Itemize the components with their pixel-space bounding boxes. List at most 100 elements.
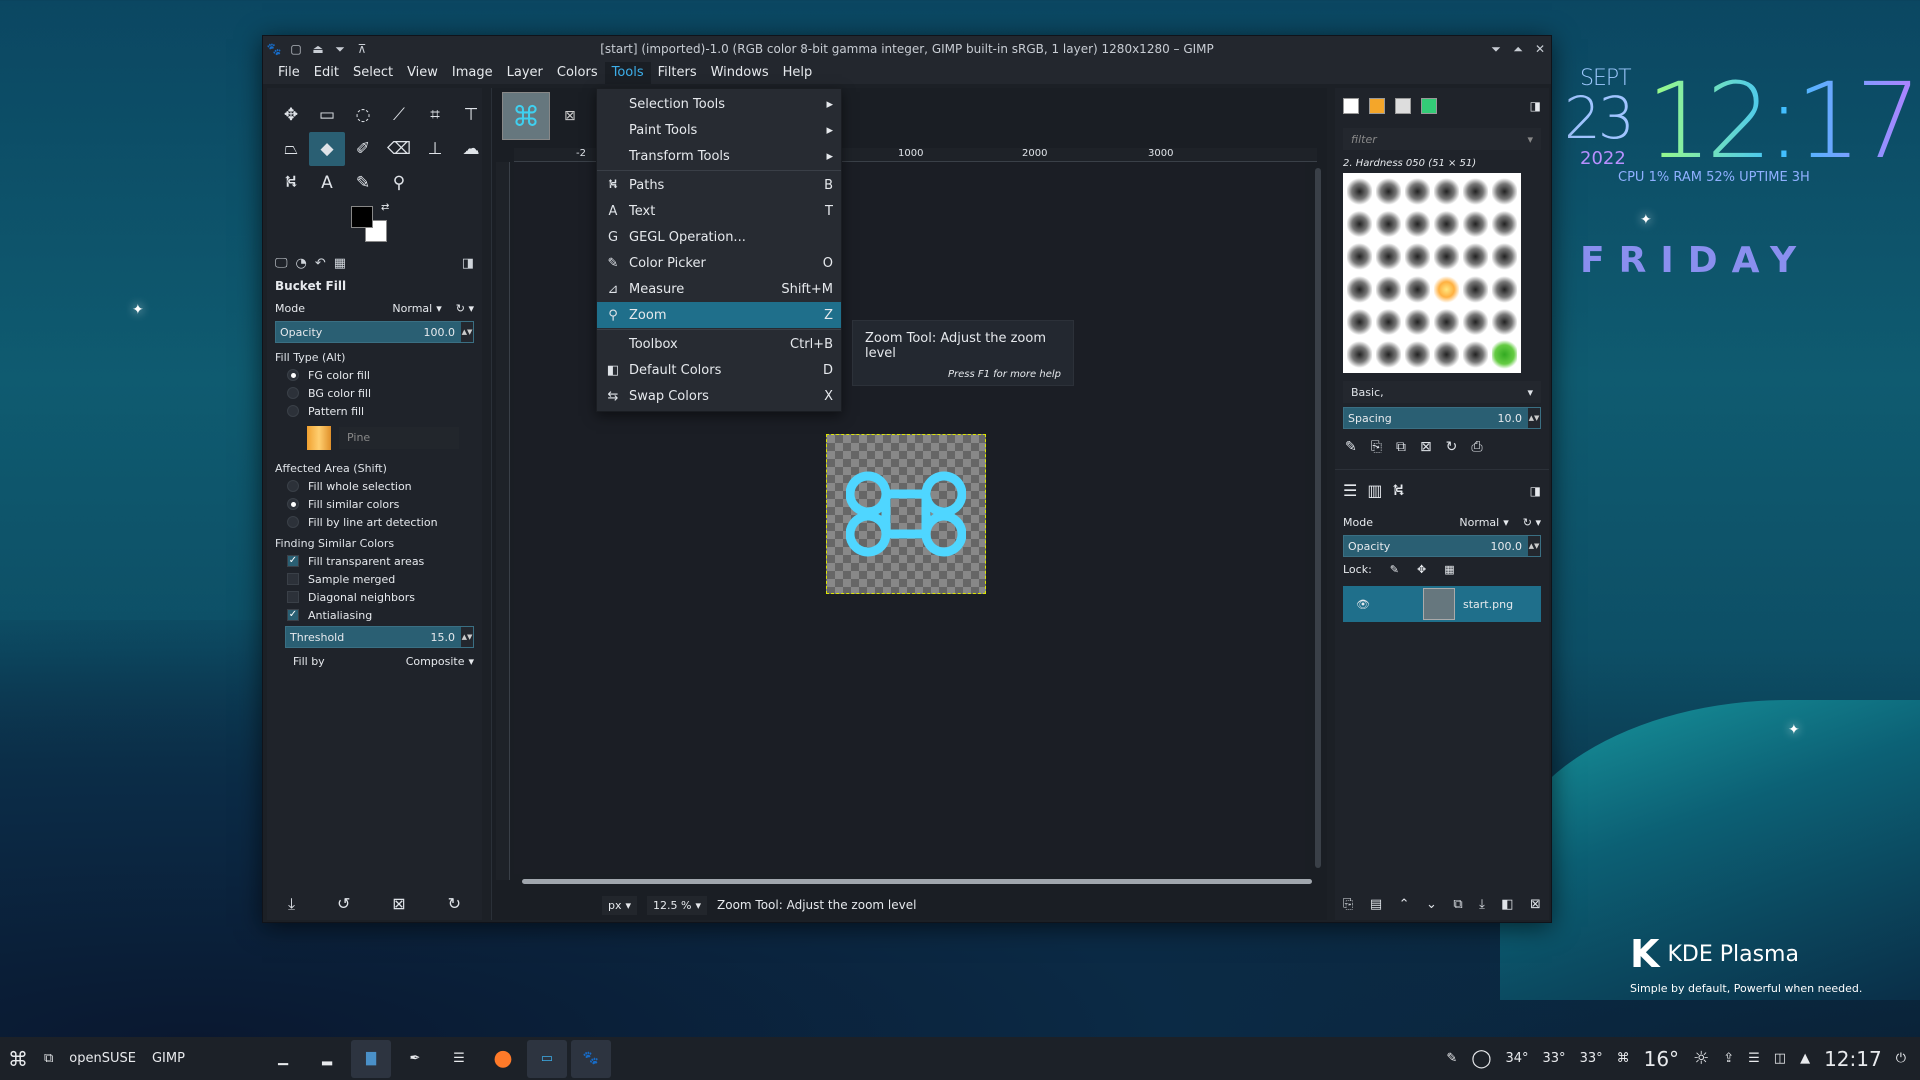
panel-label-opensuse[interactable]: openSUSE [61,1037,144,1080]
menu-image[interactable]: Image [445,62,500,84]
brush-filter[interactable]: filter ▾ [1343,128,1541,150]
delete-layer-icon[interactable]: ⊠ [1530,897,1541,912]
brush-preview[interactable] [1347,274,1372,304]
new-layer-icon[interactable]: ▤ [1370,897,1382,912]
images-tab-icon[interactable]: ▦ [334,256,346,271]
brush-preview[interactable] [1463,242,1488,271]
mask-layer-icon[interactable]: ◧ [1501,897,1513,912]
open-folder-icon[interactable]: ⎙ [1471,439,1482,455]
maximize-icon[interactable]: ⏶ [1507,39,1529,59]
fuzzy-select-icon[interactable]: ⟋ [381,98,417,132]
spinner-arrows-icon[interactable]: ▲▼ [461,322,473,342]
menu-tools[interactable]: Tools [604,62,651,84]
pen-icon[interactable]: ✎ [1446,1051,1457,1066]
brush-preview[interactable] [1405,177,1430,206]
lasso-icon[interactable]: ◌ [345,98,381,132]
spinner-arrows-icon[interactable]: ▲▼ [1528,536,1540,556]
brush-preview[interactable] [1347,177,1372,206]
gradients-tab-icon[interactable] [1421,98,1437,114]
radio-icon[interactable] [287,498,299,510]
checkbox-option[interactable]: Sample merged [267,570,482,588]
layer-mode-select[interactable]: Normal ▾ [1459,516,1508,529]
brush-grid[interactable] [1343,173,1521,373]
menu-item-color-picker[interactable]: ✎ Color Picker O [597,250,841,276]
radio-option[interactable]: Fill similar colors [267,495,482,513]
menu-item-selection-tools[interactable]: Selection Tools ▸ [597,91,841,117]
raise-layer-icon[interactable]: ⌃ [1399,897,1410,912]
radio-option[interactable]: Pattern fill [267,402,482,420]
menu-item-toolbox[interactable]: Toolbox Ctrl+B [597,331,841,357]
move-tool-icon[interactable]: ✥ [273,98,309,132]
duplicate-brush-icon[interactable]: ⧉ [1396,439,1406,455]
menu-item-zoom[interactable]: ⚲ Zoom Z [597,302,841,328]
device-status-tab-icon[interactable]: ◔ [296,256,307,271]
unified-transform-icon[interactable]: ⊤ [453,98,489,132]
patterns-tab-icon[interactable] [1369,98,1385,114]
paths-icon[interactable]: ⛕ [273,166,309,200]
zoom-select[interactable]: 12.5 % ▾ [647,895,708,915]
app-launcher-icon[interactable]: ⌘ [0,1037,36,1080]
mode-reset-icon[interactable]: ↻ ▾ [456,302,474,315]
brush-preview[interactable] [1376,177,1401,206]
brush-preview[interactable] [1405,242,1430,271]
keep-above-icon[interactable]: ⏏ [307,39,329,59]
pager-desktop-2[interactable]: ▂ [307,1040,347,1078]
radio-icon[interactable] [287,369,299,381]
menu-select[interactable]: Select [346,62,400,84]
edit-brush-icon[interactable]: ✎ [1345,439,1357,455]
menu-item-gegl-operation[interactable]: G GEGL Operation... [597,224,841,250]
fonts-tab-icon[interactable] [1395,98,1411,114]
weather-temp[interactable]: 16° [1644,1047,1679,1071]
lock-pixels-icon[interactable]: ✎ [1390,563,1399,576]
swap-colors-icon[interactable]: ⇄ [381,202,389,213]
menu-item-text[interactable]: A Text T [597,198,841,224]
close-icon[interactable]: ✕ [1529,39,1551,59]
brush-preview[interactable] [1376,340,1401,369]
menu-view[interactable]: View [400,62,445,84]
menu-item-paint-tools[interactable]: Paint Tools ▸ [597,117,841,143]
shade-icon[interactable]: ⊼ [351,39,373,59]
text-tool-icon[interactable]: A [309,166,345,200]
layer-opacity-spinner[interactable]: Opacity 100.0 ▲▼ [1343,535,1541,557]
pager-desktop-3[interactable]: ▇ [350,1039,391,1078]
menu-help[interactable]: Help [776,62,820,84]
duplicate-layer-icon[interactable]: ⧉ [1453,897,1462,912]
paintbrush-icon[interactable]: ✐ [345,132,381,166]
brush-preview[interactable] [1463,209,1488,239]
dock-config-icon[interactable]: ◨ [1530,99,1541,113]
vertical-ruler[interactable] [496,162,510,880]
brush-preview[interactable] [1434,274,1459,304]
brushes-tab-icon[interactable] [1343,98,1359,114]
checkbox-option[interactable]: ✓ Antialiasing [267,606,482,624]
checkbox-icon[interactable]: ✓ [287,555,299,567]
warp-icon[interactable]: ⏢ [273,132,309,166]
brush-preview[interactable] [1347,340,1372,369]
radio-option[interactable]: BG color fill [267,384,482,402]
brush-preview[interactable] [1434,307,1459,337]
brush-preview[interactable] [1463,307,1488,337]
circle-icon[interactable]: ◯ [1471,1048,1491,1069]
foreground-color[interactable] [351,206,373,228]
lock-position-icon[interactable]: ✥ [1417,563,1426,576]
threshold-spinner[interactable]: Threshold 15.0 ▲▼ [285,626,474,648]
brush-preview[interactable] [1376,209,1401,239]
save-options-icon[interactable]: ⤓ [288,894,295,914]
kde-connect-icon[interactable]: ⌘ [1617,1051,1630,1066]
checkbox-icon[interactable] [287,591,299,603]
rect-select-icon[interactable]: ▭ [309,98,345,132]
brush-preset-select[interactable]: Basic, ▾ [1343,381,1541,403]
spinner-arrows-icon[interactable]: ▲▼ [461,627,473,647]
firefox-icon[interactable]: ● [483,1040,523,1078]
smudge-icon[interactable]: ☁ [453,132,489,166]
dock-config-icon[interactable]: ◨ [462,256,474,271]
menu-item-measure[interactable]: ⊿ Measure Shift+M [597,276,841,302]
checkbox-icon[interactable] [287,573,299,585]
panel-label-gimp[interactable]: GIMP [144,1037,193,1080]
unit-select[interactable]: px ▾ [602,895,638,915]
menu-filters[interactable]: Filters [651,62,704,84]
brush-preview[interactable] [1376,274,1401,304]
refresh-brushes-icon[interactable]: ↻ [1446,439,1458,455]
radio-icon[interactable] [287,480,299,492]
brush-preview[interactable] [1492,274,1517,304]
overview-icon[interactable]: ⧉ [36,1037,61,1080]
